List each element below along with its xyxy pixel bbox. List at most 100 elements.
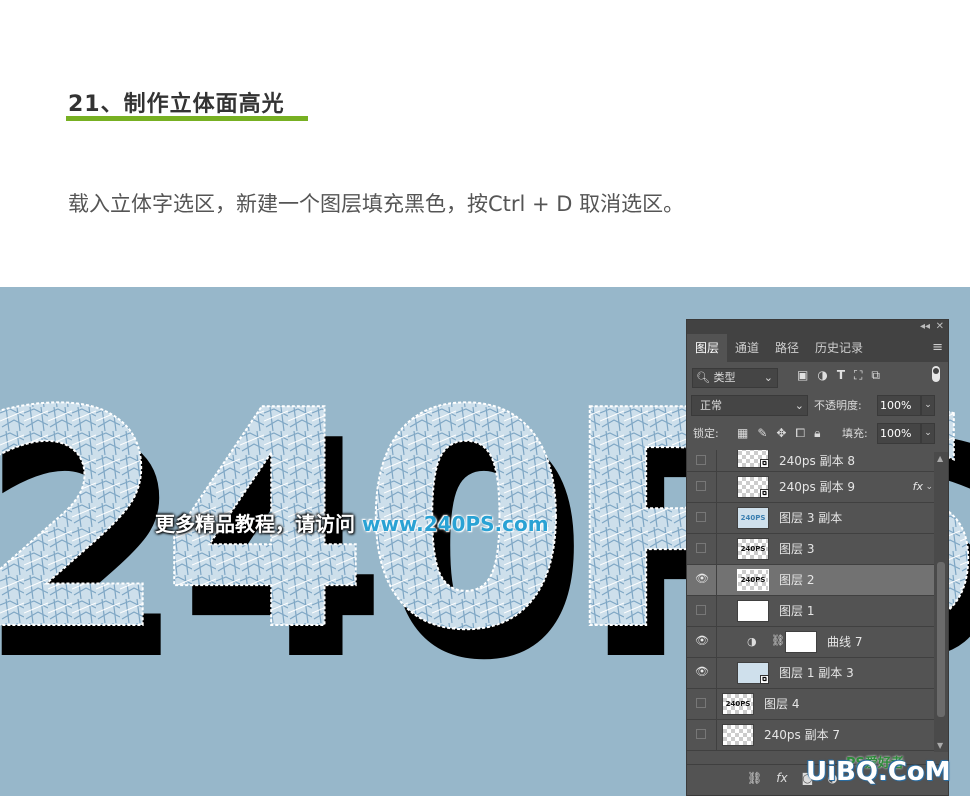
smart-object-icon: ⧉ <box>760 489 769 498</box>
visibility-toggle[interactable]: 👁︎ <box>687 658 717 688</box>
link-icon[interactable]: ⛓ <box>747 771 762 785</box>
lock-transparent-icon[interactable]: ▦ <box>737 423 748 444</box>
chevron-down-icon: ⌄ <box>794 399 804 412</box>
layer-thumbnail: ⧉ <box>737 662 769 684</box>
layer-name[interactable]: 图层 3 副本 <box>779 503 842 533</box>
tab-channels[interactable]: 通道 <box>727 334 767 362</box>
layer-name[interactable]: 图层 1 <box>779 596 814 626</box>
eye-icon: 👁︎ <box>695 634 709 647</box>
layer-list-scrollbar[interactable]: ▲ ▼ <box>934 452 948 752</box>
lock-icons: ▦ ✎ ✥ ⧠ 🔒︎ <box>737 423 820 444</box>
visibility-toggle[interactable] <box>687 720 717 750</box>
site-logo: UiBQ.CoM <box>806 757 951 787</box>
smart-object-icon: ⧉ <box>760 675 769 684</box>
lock-paint-icon[interactable]: ✎ <box>757 423 767 444</box>
layer-row[interactable]: 240PS 图层 4 <box>687 689 935 720</box>
instruction-paragraph: 载入立体字选区，新建一个图层填充黑色，按Ctrl + D 取消选区。 <box>68 192 685 216</box>
layer-thumbnail: 240PS <box>722 693 754 715</box>
eye-icon: 👁︎ <box>695 572 709 585</box>
blend-mode-select[interactable]: 正常 ⌄ <box>691 395 808 416</box>
type-icon[interactable]: T <box>837 368 845 383</box>
link-icon: ⛓ <box>771 634 785 647</box>
layer-thumbnail <box>737 600 769 622</box>
watermark-text: 更多精品教程，请访问 <box>155 512 362 536</box>
search-icon: 🔍︎ <box>696 371 710 384</box>
fx-icon[interactable]: fx <box>913 472 923 502</box>
layer-row[interactable]: 240PS 图层 3 副本 <box>687 503 935 534</box>
layer-row[interactable]: 👁︎ ⧉ 图层 1 副本 3 <box>687 658 935 689</box>
lock-move-icon[interactable]: ✥ <box>776 423 786 444</box>
heading-underline <box>66 116 308 121</box>
layer-thumbnail: 240PS <box>737 538 769 560</box>
layer-thumbnail: 240PS <box>737 569 769 591</box>
layer-row[interactable]: 图层 1 <box>687 596 935 627</box>
layer-thumbnail: 240PS <box>737 507 769 529</box>
image-icon[interactable]: ▣ <box>797 368 808 383</box>
layer-row[interactable]: 240ps 副本 7 <box>687 720 935 751</box>
visibility-toggle[interactable] <box>687 534 717 564</box>
scroll-down-icon[interactable]: ▼ <box>937 741 943 750</box>
close-icon[interactable]: ✕ <box>936 320 944 334</box>
scrollbar-thumb[interactable] <box>937 562 945 717</box>
fill-dropdown[interactable]: ⌄ <box>921 423 935 444</box>
tab-layers[interactable]: 图层 <box>687 334 728 362</box>
filter-toggle[interactable] <box>932 366 940 382</box>
layer-thumbnail <box>722 724 754 746</box>
layer-list: ⧉ 240ps 副本 8 ⧉ 240ps 副本 9 fx ⌄ 240PS 图层 … <box>687 450 935 763</box>
layer-row[interactable]: 👁︎ ◑ ⛓ 曲线 7 <box>687 627 935 658</box>
lock-label: 锁定: <box>693 427 719 440</box>
panel-titlebar: ◂◂ ✕ <box>687 320 948 334</box>
eye-icon: 👁︎ <box>695 665 709 678</box>
adjustment-icon[interactable]: ◑ <box>817 368 827 383</box>
lock-row: 锁定: ▦ ✎ ✥ ⧠ 🔒︎ 填充: 100% ⌄ <box>687 420 948 448</box>
visibility-toggle[interactable] <box>687 689 717 719</box>
layer-row[interactable]: ⧉ 240ps 副本 8 <box>687 450 935 472</box>
layer-name[interactable]: 曲线 7 <box>827 627 862 657</box>
opacity-label: 不透明度: <box>814 399 862 412</box>
layer-filter-select[interactable]: 🔍︎ 类型 ⌄ <box>692 368 778 388</box>
layer-name[interactable]: 图层 4 <box>764 689 799 719</box>
smart-object-icon: ⧉ <box>760 459 769 468</box>
layer-thumbnail: ⧉ <box>737 450 769 468</box>
layer-name[interactable]: 图层 3 <box>779 534 814 564</box>
blend-mode-value: 正常 <box>700 399 722 412</box>
fill-label: 填充: <box>842 427 868 440</box>
layer-row[interactable]: 240PS 图层 3 <box>687 534 935 565</box>
layer-mask-thumbnail <box>785 631 817 653</box>
collapse-icon[interactable]: ◂◂ <box>920 320 930 334</box>
layer-name[interactable]: 图层 2 <box>779 565 814 595</box>
chevron-down-icon[interactable]: ⌄ <box>925 472 933 502</box>
layers-panel[interactable]: ◂◂ ✕ 图层 通道 路径 历史记录 ≡ 🔍︎ 类型 ⌄ ▣ ◑ T ⛶ ⧉ 正… <box>686 319 949 796</box>
tab-paths[interactable]: 路径 <box>767 334 807 362</box>
layer-thumbnail: ⧉ <box>737 476 769 498</box>
layer-name[interactable]: 240ps 副本 7 <box>764 720 840 750</box>
panel-menu-icon[interactable]: ≡ <box>932 340 943 355</box>
chevron-down-icon: ⌄ <box>763 371 773 384</box>
visibility-toggle[interactable] <box>687 472 717 502</box>
shape-icon[interactable]: ⛶ <box>854 368 862 383</box>
fx-icon[interactable]: fx <box>776 771 787 785</box>
opacity-field[interactable]: 100% <box>877 395 921 416</box>
layer-name[interactable]: 240ps 副本 8 <box>779 450 855 472</box>
layer-row-selected[interactable]: 👁︎ 240PS 图层 2 <box>687 565 935 596</box>
visibility-toggle[interactable] <box>687 503 717 533</box>
visibility-toggle[interactable]: 👁︎ <box>687 627 717 657</box>
adjustment-icon: ◑ <box>747 635 757 648</box>
layer-row[interactable]: ⧉ 240ps 副本 9 fx ⌄ <box>687 472 935 503</box>
watermark: 更多精品教程，请访问 www.240PS.com <box>155 508 549 537</box>
watermark-url: www.240PS.com <box>361 512 549 536</box>
fill-field[interactable]: 100% <box>877 423 921 444</box>
filter-icons: ▣ ◑ T ⛶ ⧉ <box>797 368 880 383</box>
opacity-dropdown[interactable]: ⌄ <box>921 395 935 416</box>
visibility-toggle[interactable] <box>687 450 717 472</box>
layer-name[interactable]: 240ps 副本 9 <box>779 472 855 502</box>
scroll-up-icon[interactable]: ▲ <box>937 454 943 463</box>
lock-all-icon[interactable]: 🔒︎ <box>814 423 820 444</box>
layer-name[interactable]: 图层 1 副本 3 <box>779 658 854 688</box>
lock-artboard-icon[interactable]: ⧠ <box>795 423 805 444</box>
smart-object-icon[interactable]: ⧉ <box>871 368 880 383</box>
blend-row: 正常 ⌄ 不透明度: 100% ⌄ <box>687 392 948 420</box>
tab-history[interactable]: 历史记录 <box>807 334 871 362</box>
visibility-toggle[interactable] <box>687 596 717 626</box>
visibility-toggle[interactable]: 👁︎ <box>687 565 717 595</box>
